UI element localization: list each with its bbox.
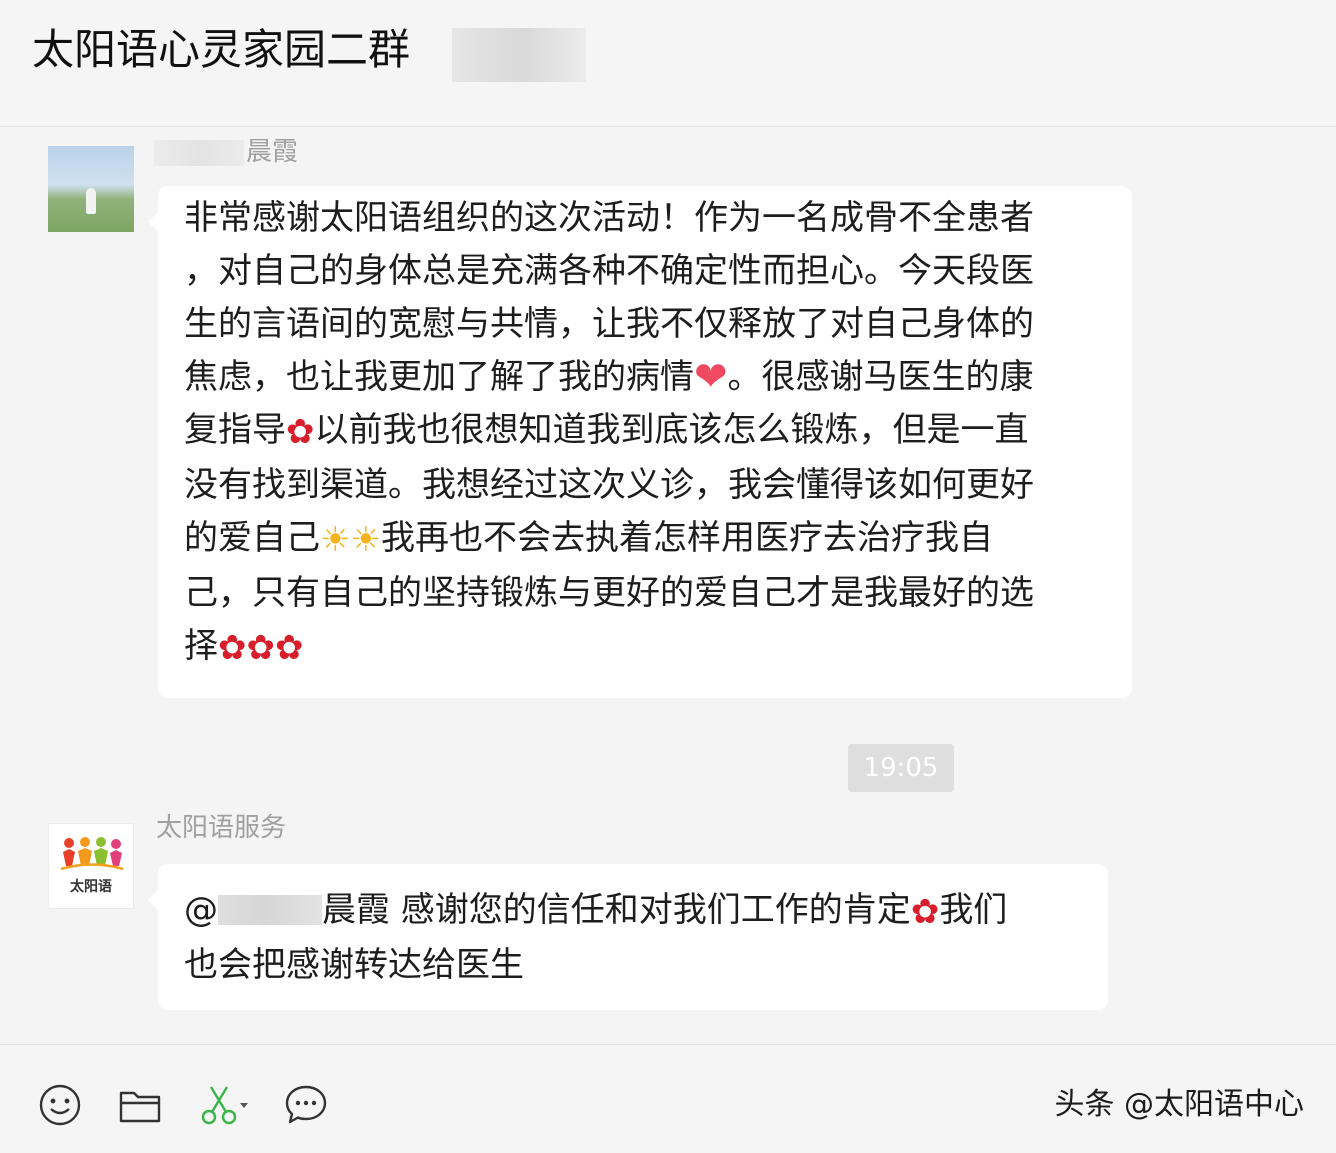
message-line: 非常感谢太阳语组织的这次活动！作为一名成骨不全患者 [184,192,1110,245]
timestamp-badge: 19:05 [848,744,954,792]
message-text-segment: 非常感谢太阳语组织的这次活动！作为一名成骨不全患者 [184,198,1034,238]
sun-icon: ☀ [350,520,381,560]
message-line: 择✿✿✿ [184,620,1110,675]
message-line: ，对自己的身体总是充满各种不确定性而担心。今天段医 [184,245,1110,298]
heart-icon: ❤ [694,354,728,400]
mention-at: @ [184,890,218,930]
message-text-segment: 己，只有自己的坚持锻炼与更好的爱自己才是我最好的选 [184,573,1034,613]
blurred-group-suffix [452,28,586,82]
reply-line-1: @ 晨霞 感谢您的信任和对我们工作的肯定✿我们 [184,884,1086,939]
taiyangyu-logo-icon[interactable]: 太阳语 [48,823,134,909]
message-text-segment: 。很感谢马医生的康 [727,357,1034,397]
message-line: 没有找到渠道。我想经过这次义诊，我会懂得该如何更好 [184,459,1110,512]
message-text-segment: 择 [184,626,218,666]
message-line: 焦虑，也让我更加了解了我的病情❤。很感谢马医生的康 [184,351,1110,404]
message-text-segment: 没有找到渠道。我想经过这次义诊，我会懂得该如何更好 [184,465,1034,505]
message-line: 复指导✿以前我也很想知道我到底该怎么锻炼，但是一直 [184,404,1110,459]
folder-icon[interactable] [116,1081,164,1129]
input-toolbar: 头条 @太阳语中心 [0,1044,1336,1153]
chat-title: 太阳语心灵家园二群 [32,25,411,74]
toutiao-watermark: 头条 @太阳语中心 [1054,1087,1304,1122]
reply-text-1: 晨霞 感谢您的信任和对我们工作的肯定 [322,890,911,930]
message-text-segment: 复指导 [184,410,286,450]
chat-bubble-icon[interactable] [282,1081,330,1129]
message-text-segment: 焦虑，也让我更加了解了我的病情 [184,357,694,397]
sender-name: 太阳语服务 [156,813,287,843]
message-text-segment: 生的言语间的宽慰与共情，让我不仅释放了对自己身体的 [184,304,1034,344]
chat-header: 太阳语心灵家园二群 [0,0,1336,127]
message-text-segment: 我再也不会去执着怎样用医疗去治疗我自 [380,518,993,558]
rose-icon: ✿ [246,628,276,668]
sun-icon: ☀ [320,520,351,560]
rose-icon: ✿ [286,412,315,452]
reply-line-2: 也会把感谢转达给医生 [184,945,524,985]
rose-icon: ✿ [275,628,304,668]
avatar-figure [86,188,96,214]
reply-text-2: 我们 [939,890,1008,930]
emoji-icon[interactable] [36,1081,84,1129]
message-bubble[interactable]: 非常感谢太阳语组织的这次活动！作为一名成骨不全患者 ，对自己的身体总是充满各种不确… [148,186,1132,698]
message-line: 生的言语间的宽慰与共情，让我不仅释放了对自己身体的 [184,298,1110,351]
message-text: 非常感谢太阳语组织的这次活动！作为一名成骨不全患者 ，对自己的身体总是充满各种不确… [184,192,1110,675]
message-text-segment: 以前我也很想知道我到底该怎么锻炼，但是一直 [314,410,1029,450]
blurred-mention [218,895,322,925]
landscape-avatar-icon[interactable] [48,146,134,232]
blurred-sender-prefix [154,140,244,166]
message-line: 己，只有自己的坚持锻炼与更好的爱自己才是我最好的选 [184,567,1110,620]
logo-figures-icon [60,837,124,870]
rose-icon: ✿ [910,892,940,932]
message-text-segment: 的爱自己 [184,518,320,558]
message-line: 的爱自己☀☀我再也不会去执着怎样用医疗去治疗我自 [184,512,1110,567]
scissors-icon[interactable] [198,1081,254,1129]
reply-bubble[interactable]: @ 晨霞 感谢您的信任和对我们工作的肯定✿我们 也会把感谢转达给医生 [148,864,1108,1010]
logo-text: 太阳语 [70,879,112,895]
sender-name: 晨霞 [246,137,299,167]
rose-icon: ✿ [218,628,247,668]
message-text-segment: ，对自己的身体总是充满各种不确定性而担心。今天段医 [184,251,1034,291]
